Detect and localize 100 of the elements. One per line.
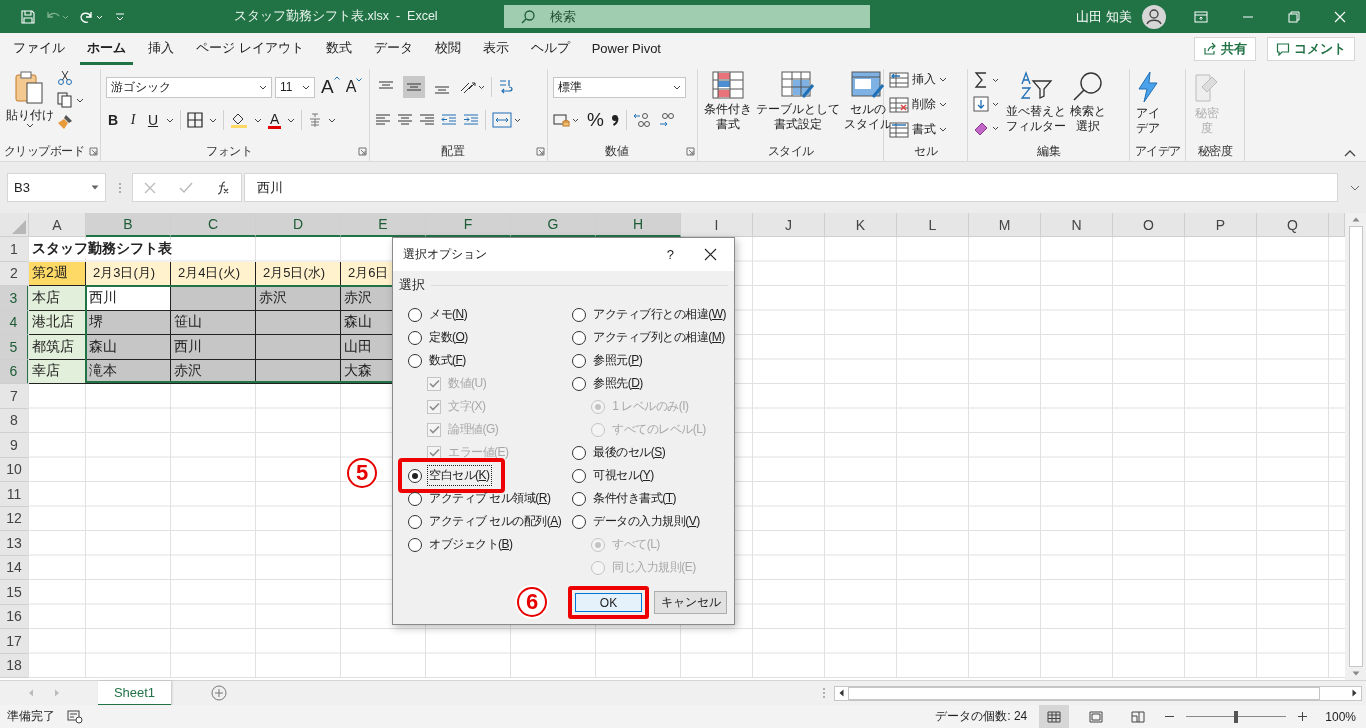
row-header[interactable]: 5: [0, 335, 29, 360]
radio-button[interactable]: [408, 307, 422, 322]
decrease-indent-icon[interactable]: [441, 113, 457, 127]
column-header[interactable]: J: [753, 213, 825, 237]
column-header[interactable]: Q: [1257, 213, 1329, 237]
bold-button[interactable]: B: [106, 112, 120, 128]
avatar-icon[interactable]: [1142, 4, 1166, 29]
ribbon-display-icon[interactable]: [1194, 9, 1208, 24]
radio-button[interactable]: [572, 376, 587, 391]
expand-formula-icon[interactable]: [1350, 184, 1360, 191]
row-header[interactable]: 15: [0, 580, 29, 605]
comma-icon[interactable]: [609, 112, 620, 128]
share-button[interactable]: 共有: [1194, 37, 1256, 61]
caret-icon[interactable]: [166, 117, 174, 123]
radio-button[interactable]: [408, 468, 422, 483]
comment-button[interactable]: コメント: [1267, 37, 1355, 61]
grow-font-button[interactable]: A: [321, 76, 340, 98]
radio-option[interactable]: アクティブ行との相違(W): [572, 303, 728, 326]
dialog-launcher-icon[interactable]: [686, 147, 695, 156]
sheet-tab[interactable]: Sheet1: [98, 680, 171, 706]
radio-option[interactable]: 参照先(D): [572, 372, 645, 395]
close-icon[interactable]: [704, 248, 717, 261]
number-format-dropdown[interactable]: 標準: [553, 76, 686, 98]
vertical-scrollbar[interactable]: [1345, 213, 1366, 680]
cells-button[interactable]: 挿入: [889, 69, 947, 90]
horizontal-scrollbar[interactable]: [834, 685, 1362, 701]
increase-decimal-icon[interactable]: [632, 112, 651, 128]
column-header[interactable]: G: [511, 213, 596, 237]
radio-button[interactable]: [572, 491, 587, 506]
radio-option[interactable]: 参照元(P): [572, 349, 645, 372]
column-header[interactable]: L: [897, 213, 969, 237]
shrink-font-button[interactable]: A: [345, 78, 363, 96]
caret-icon[interactable]: [254, 117, 262, 123]
ribbon-tab[interactable]: ファイル: [6, 33, 72, 65]
dialog-launcher-icon[interactable]: [89, 147, 98, 156]
underline-button[interactable]: U: [146, 112, 160, 128]
align-right-icon[interactable]: [419, 113, 435, 127]
column-header[interactable]: M: [969, 213, 1041, 237]
ribbon-tab[interactable]: データ: [366, 33, 420, 65]
radio-button[interactable]: [572, 445, 587, 460]
column-header[interactable]: P: [1185, 213, 1257, 237]
dialog-launcher-icon[interactable]: [358, 147, 367, 156]
column-header[interactable]: K: [825, 213, 897, 237]
column-header[interactable]: E: [341, 213, 426, 237]
dialog-launcher-icon[interactable]: [536, 147, 545, 156]
check-icon[interactable]: [179, 181, 193, 194]
edit-button[interactable]: 並べ替えと フィルター: [1005, 69, 1067, 136]
align-left-icon[interactable]: [375, 113, 391, 127]
column-header[interactable]: A: [29, 213, 86, 237]
help-button[interactable]: ?: [666, 247, 674, 262]
radio-option[interactable]: 最後のセル(S): [572, 441, 668, 464]
font-size-dropdown[interactable]: 11: [275, 76, 315, 98]
function-icon[interactable]: [215, 180, 230, 195]
search-field[interactable]: 検索: [504, 5, 870, 28]
save-icon[interactable]: [20, 8, 36, 25]
ribbon-tab[interactable]: Power Pivot: [584, 34, 668, 64]
scissors-icon[interactable]: [57, 70, 73, 86]
radio-button[interactable]: [572, 353, 587, 368]
add-sheet-icon[interactable]: [211, 685, 227, 701]
radio-button[interactable]: [572, 307, 587, 322]
style-button[interactable]: テーブルとして 書式設定: [755, 69, 841, 134]
radio-button[interactable]: [408, 330, 422, 345]
ribbon-tab[interactable]: 校閲: [427, 33, 468, 65]
radio-button[interactable]: [408, 537, 422, 552]
cancel-button[interactable]: キャンセル: [654, 591, 727, 614]
ribbon-tab[interactable]: 数式: [318, 33, 359, 65]
row-header[interactable]: 3: [0, 286, 29, 311]
scroll-left-icon[interactable]: [839, 689, 844, 697]
radio-button[interactable]: [572, 514, 587, 529]
radio-button[interactable]: [408, 353, 422, 368]
align-center-icon[interactable]: [397, 113, 413, 127]
row-header[interactable]: 9: [0, 433, 29, 458]
cells-button[interactable]: 書式: [889, 119, 947, 140]
scroll-right-icon[interactable]: [1352, 689, 1357, 697]
formula-field[interactable]: 西川: [244, 173, 1338, 202]
increase-indent-icon[interactable]: [463, 113, 479, 127]
radio-option[interactable]: 空白セル(K): [398, 458, 505, 493]
row-header[interactable]: 13: [0, 531, 29, 556]
borders-icon[interactable]: [187, 112, 203, 128]
caret-icon[interactable]: [328, 117, 337, 123]
paintbrush-icon[interactable]: [57, 114, 73, 130]
paste-button[interactable]: 貼り付け: [5, 69, 55, 130]
font-name-dropdown[interactable]: 游ゴシック: [106, 76, 272, 98]
edit-button[interactable]: 検索と 選択: [1069, 69, 1107, 136]
scroll-up-icon[interactable]: [1351, 217, 1360, 222]
row-header[interactable]: 17: [0, 629, 29, 654]
orientation-icon[interactable]: [459, 79, 485, 95]
name-box[interactable]: B3: [7, 173, 106, 202]
italic-button[interactable]: I: [126, 112, 140, 128]
ideas-button[interactable]: アイ デア: [1135, 69, 1161, 138]
radio-option[interactable]: アクティブ列との相違(M): [572, 326, 727, 349]
column-header[interactable]: O: [1113, 213, 1185, 237]
radio-button[interactable]: [572, 330, 587, 345]
style-button[interactable]: 条件付き 書式: [703, 69, 753, 134]
restore-icon[interactable]: [1288, 10, 1300, 23]
radio-button[interactable]: [572, 468, 587, 483]
radio-option[interactable]: 可視セル(Y): [572, 464, 656, 487]
ribbon-tab[interactable]: ヘルプ: [523, 33, 577, 65]
ribbon-tab[interactable]: ページ レイアウト: [189, 33, 311, 65]
column-header[interactable]: H: [596, 213, 681, 237]
